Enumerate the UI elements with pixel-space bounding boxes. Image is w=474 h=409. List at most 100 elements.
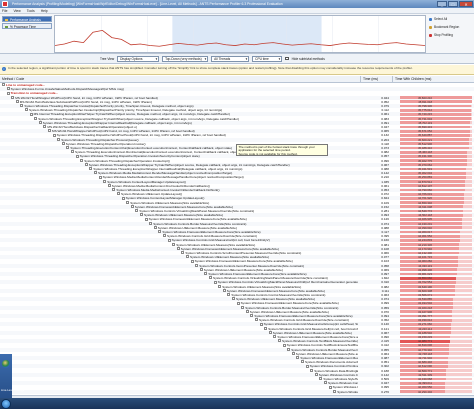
menu-view[interactable]: View bbox=[13, 9, 20, 13]
stop-profiling-button[interactable]: Stop Profiling bbox=[428, 32, 472, 39]
threads-dropdown[interactable]: All Threads bbox=[211, 55, 250, 62]
expand-toggle-icon[interactable] bbox=[158, 230, 162, 234]
expand-toggle-icon[interactable] bbox=[250, 314, 254, 318]
expand-toggle-icon[interactable] bbox=[25, 108, 28, 112]
expand-toggle-icon[interactable] bbox=[130, 205, 134, 209]
expand-toggle-icon[interactable] bbox=[232, 297, 235, 301]
expand-toggle-icon[interactable] bbox=[6, 87, 10, 91]
select-all-button[interactable]: Select All bbox=[428, 16, 472, 23]
expand-toggle-icon[interactable] bbox=[163, 234, 166, 238]
menu-file[interactable]: File bbox=[2, 9, 7, 13]
expand-toggle-icon[interactable] bbox=[264, 326, 268, 330]
expand-toggle-icon[interactable] bbox=[282, 343, 286, 347]
expand-toggle-icon[interactable] bbox=[66, 146, 70, 150]
expand-toggle-icon[interactable] bbox=[273, 335, 277, 339]
expand-toggle-icon[interactable] bbox=[255, 318, 258, 322]
column-time[interactable]: Time (ms) bbox=[360, 76, 392, 83]
expand-toggle-icon[interactable] bbox=[195, 263, 199, 267]
expand-toggle-icon[interactable] bbox=[135, 209, 139, 213]
expand-toggle-icon[interactable] bbox=[333, 389, 337, 393]
close-button[interactable]: ✕ bbox=[459, 1, 473, 7]
maximize-button[interactable]: □ bbox=[448, 1, 458, 7]
expand-toggle-icon[interactable] bbox=[287, 347, 291, 351]
time-unit-dropdown[interactable]: CPU time bbox=[252, 55, 283, 62]
expand-toggle-icon[interactable] bbox=[268, 331, 272, 335]
expand-toggle-icon[interactable] bbox=[314, 373, 318, 377]
column-time-with-children[interactable]: Time With Children (ms) bbox=[392, 76, 474, 83]
expand-toggle-icon[interactable] bbox=[11, 95, 15, 99]
expand-toggle-icon[interactable] bbox=[310, 368, 314, 372]
expand-toggle-icon[interactable] bbox=[213, 280, 217, 284]
expand-toggle-icon[interactable] bbox=[61, 142, 65, 146]
expand-toggle-icon[interactable] bbox=[71, 150, 74, 154]
expand-toggle-icon[interactable] bbox=[126, 200, 130, 204]
tab-performance-analysis[interactable]: Performance Analysis bbox=[2, 16, 52, 22]
button-label: Bookmark Region bbox=[434, 25, 460, 29]
expand-toggle-icon[interactable] bbox=[75, 154, 79, 158]
expand-toggle-icon[interactable] bbox=[186, 255, 189, 259]
expand-toggle-icon[interactable] bbox=[117, 192, 120, 196]
tree-view-label[interactable]: Tree View bbox=[100, 57, 114, 61]
expand-toggle-icon[interactable] bbox=[319, 377, 323, 381]
expand-toggle-icon[interactable] bbox=[245, 310, 249, 314]
expand-toggle-icon[interactable] bbox=[144, 217, 148, 221]
expand-toggle-icon[interactable] bbox=[190, 259, 194, 263]
cpu-timeline-graph[interactable] bbox=[54, 15, 426, 53]
expand-toggle-icon[interactable] bbox=[209, 276, 212, 280]
expand-toggle-icon[interactable] bbox=[328, 385, 332, 389]
expand-toggle-icon[interactable] bbox=[48, 129, 51, 133]
expand-toggle-icon[interactable] bbox=[107, 184, 111, 188]
expand-toggle-icon[interactable] bbox=[301, 360, 304, 364]
expand-toggle-icon[interactable] bbox=[149, 221, 153, 225]
expand-toggle-icon[interactable] bbox=[89, 167, 93, 171]
expand-toggle-icon[interactable] bbox=[94, 171, 97, 175]
expand-toggle-icon[interactable] bbox=[153, 226, 157, 230]
expand-toggle-icon[interactable] bbox=[222, 289, 226, 293]
expand-toggle-icon[interactable] bbox=[305, 364, 309, 368]
expand-toggle-icon[interactable] bbox=[204, 272, 208, 276]
expand-toggle-icon[interactable] bbox=[172, 242, 176, 246]
expand-toggle-icon[interactable] bbox=[259, 322, 263, 326]
expand-toggle-icon[interactable] bbox=[324, 381, 327, 385]
expand-toggle-icon[interactable] bbox=[20, 104, 24, 108]
expand-toggle-icon[interactable] bbox=[218, 284, 222, 288]
display-options-dropdown[interactable]: Display Options bbox=[117, 55, 160, 62]
expand-toggle-icon[interactable] bbox=[199, 268, 203, 272]
expand-toggle-icon[interactable] bbox=[236, 301, 240, 305]
view-mode-dropdown[interactable]: Top-Down (very methods) bbox=[162, 55, 209, 62]
expand-toggle-icon[interactable] bbox=[167, 238, 171, 242]
expand-toggle-icon[interactable] bbox=[140, 213, 143, 217]
selected-region[interactable] bbox=[172, 16, 322, 52]
expand-toggle-icon[interactable] bbox=[121, 196, 125, 200]
expand-toggle-icon[interactable] bbox=[2, 83, 5, 87]
expand-toggle-icon[interactable] bbox=[291, 352, 295, 356]
column-method[interactable]: Method / Code bbox=[0, 76, 360, 83]
expand-toggle-icon[interactable] bbox=[43, 125, 47, 129]
expand-toggle-icon[interactable] bbox=[296, 356, 300, 360]
expand-toggle-icon[interactable] bbox=[29, 112, 33, 116]
table-row[interactable]: System.Windows.Controls.ItemContainerGen… bbox=[0, 389, 474, 394]
menu-tools[interactable]: Tools bbox=[27, 9, 35, 13]
expand-toggle-icon[interactable] bbox=[176, 247, 180, 251]
expand-toggle-icon[interactable] bbox=[103, 179, 107, 183]
expand-toggle-icon[interactable] bbox=[15, 100, 19, 104]
expand-toggle-icon[interactable] bbox=[80, 158, 84, 162]
expand-toggle-icon[interactable] bbox=[241, 305, 245, 309]
expand-toggle-icon[interactable] bbox=[57, 137, 61, 141]
expand-toggle-icon[interactable] bbox=[98, 175, 102, 179]
bookmark-region-button[interactable]: Bookmark Region bbox=[428, 24, 472, 31]
start-button[interactable] bbox=[1, 398, 11, 409]
expand-toggle-icon[interactable] bbox=[227, 293, 231, 297]
expand-toggle-icon[interactable] bbox=[6, 91, 10, 95]
expand-toggle-icon[interactable] bbox=[112, 188, 116, 192]
menu-help[interactable]: Help bbox=[41, 9, 48, 13]
expand-toggle-icon[interactable] bbox=[38, 121, 42, 125]
tab-processor-time[interactable]: % Processor Time bbox=[2, 23, 52, 29]
expand-toggle-icon[interactable] bbox=[84, 163, 88, 167]
expand-toggle-icon[interactable] bbox=[278, 339, 281, 343]
hide-subtrivial-checkbox[interactable] bbox=[285, 56, 289, 61]
expand-toggle-icon[interactable] bbox=[34, 116, 38, 120]
expand-toggle-icon[interactable] bbox=[181, 251, 185, 255]
minimize-button[interactable]: _ bbox=[437, 1, 447, 7]
expand-toggle-icon[interactable] bbox=[52, 133, 56, 137]
